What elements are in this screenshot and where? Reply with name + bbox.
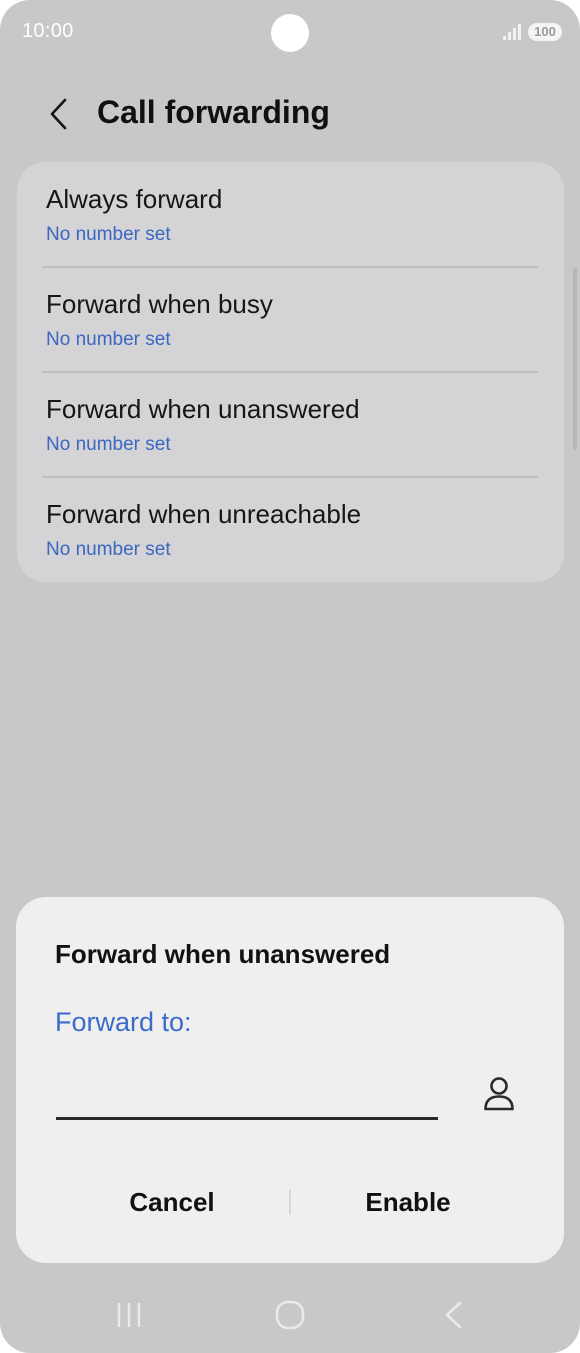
list-item-subtitle: No number set [46, 224, 171, 245]
forward-dialog: Forward when unanswered Forward to: Canc… [16, 897, 564, 1263]
list-item-forward-when-busy[interactable]: Forward when busy No number set [17, 267, 564, 372]
phone-number-input[interactable] [56, 1067, 442, 1115]
navigation-bar [0, 1290, 580, 1340]
list-item-forward-when-unanswered[interactable]: Forward when unanswered No number set [17, 372, 564, 477]
status-time: 10:00 [22, 20, 74, 42]
forwarding-options-card: Always forward No number set Forward whe… [17, 162, 564, 582]
list-item-always-forward[interactable]: Always forward No number set [17, 162, 564, 267]
enable-button[interactable]: Enable [292, 1175, 524, 1229]
cancel-button[interactable]: Cancel [56, 1175, 288, 1229]
forward-to-label: Forward to: [55, 1007, 192, 1037]
page-title: Call forwarding [97, 94, 330, 130]
list-item-title: Forward when unreachable [46, 499, 362, 529]
recent-apps-icon[interactable] [114, 1300, 144, 1330]
person-icon [484, 1077, 514, 1111]
front-camera-cutout [271, 14, 309, 52]
list-item-title: Always forward [46, 184, 223, 214]
contacts-button[interactable] [478, 1073, 520, 1115]
list-item-subtitle: No number set [46, 539, 171, 560]
phone-screen: 10:00 100 Call forwarding Always forward… [0, 0, 580, 1353]
dialog-title: Forward when unanswered [55, 939, 391, 969]
list-item-title: Forward when unanswered [46, 394, 360, 424]
back-button[interactable] [38, 92, 78, 136]
button-separator [289, 1189, 291, 1215]
scrollbar[interactable] [573, 268, 577, 450]
home-icon[interactable] [274, 1299, 306, 1331]
battery-icon: 100 [528, 23, 562, 41]
list-item-title: Forward when busy [46, 289, 273, 319]
list-item-subtitle: No number set [46, 329, 171, 350]
list-item-forward-when-unreachable[interactable]: Forward when unreachable No number set [17, 477, 564, 582]
back-icon[interactable] [440, 1299, 468, 1331]
list-item-subtitle: No number set [46, 434, 171, 455]
input-underline [56, 1117, 438, 1120]
chevron-left-icon [50, 98, 67, 130]
signal-icon [503, 24, 521, 40]
